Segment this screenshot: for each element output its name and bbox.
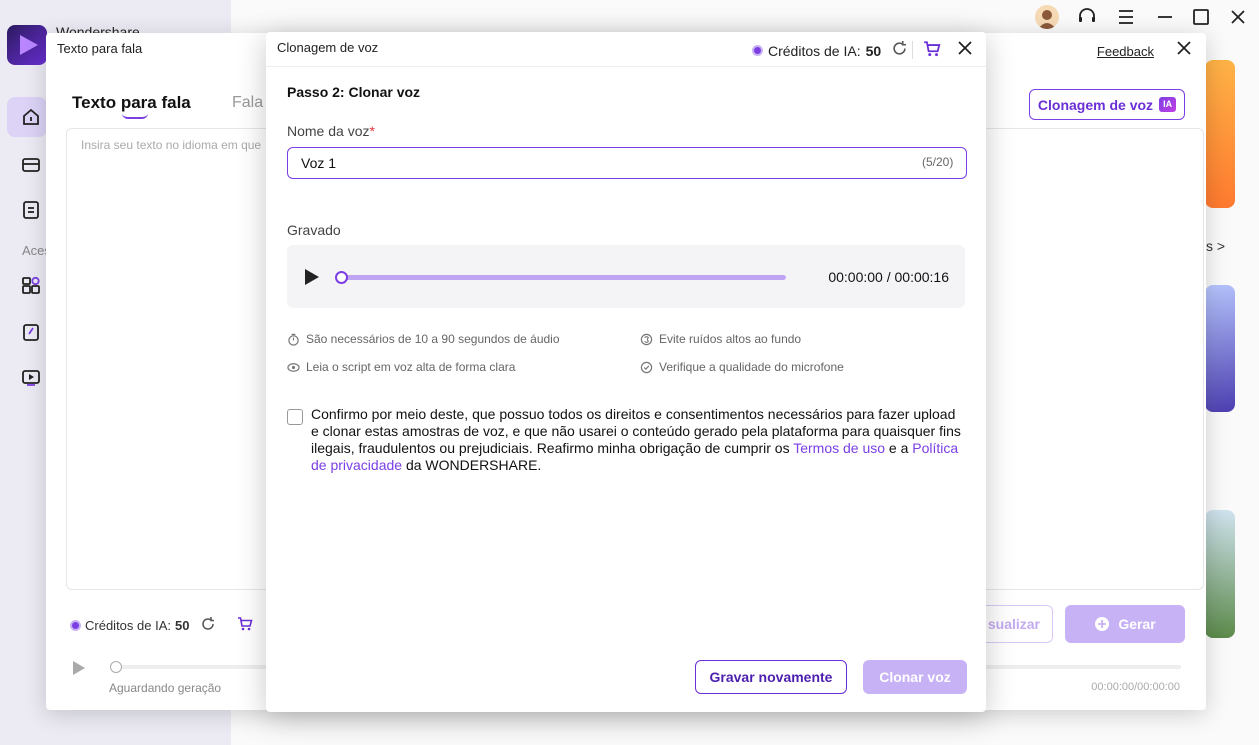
recorded-label: Gravado	[287, 222, 341, 238]
voice-clone-modal: Clonagem de voz Créditos de IA: 50 Passo …	[266, 32, 986, 712]
template-thumbnail-2[interactable]	[1205, 510, 1235, 638]
check-circle-icon	[640, 361, 653, 373]
menu-icon[interactable]	[1114, 5, 1138, 29]
tip-duration-text: São necessários de 10 a 90 segundos de á…	[306, 332, 560, 346]
tab-label-pre: Texto	[72, 93, 121, 112]
modal-title: Clonagem de voz	[277, 40, 379, 55]
see-more-link[interactable]: s >	[1206, 238, 1225, 254]
headset-icon[interactable]	[1075, 5, 1099, 29]
tts-credits-value: 50	[175, 618, 190, 633]
template-thumbnail-1[interactable]	[1205, 285, 1235, 412]
tab-active-indicator	[122, 113, 148, 119]
tts-progress-knob[interactable]	[110, 661, 122, 673]
tip-read: Leia o script em voz alta de forma clara	[287, 360, 515, 374]
timer-icon	[288, 333, 299, 346]
tab-text-to-speech[interactable]: Texto para fala	[72, 93, 191, 113]
modal-credits-value: 50	[865, 42, 882, 59]
modal-cart-icon[interactable]	[923, 40, 941, 58]
voice-name-label: Nome da voz*	[287, 123, 375, 139]
terms-link[interactable]: Termos de uso	[793, 440, 885, 456]
ia-badge: IA	[1159, 97, 1177, 112]
document-icon[interactable]	[20, 199, 42, 221]
modal-coin-icon	[752, 45, 763, 56]
audio-time: 00:00:00 / 00:00:16	[828, 269, 949, 285]
rerecord-button[interactable]: Gravar novamente	[695, 660, 847, 694]
generate-label: Gerar	[1118, 616, 1156, 632]
tip-read-text: Leia o script em voz alta de forma clara	[306, 360, 516, 374]
video-icon[interactable]	[20, 366, 42, 388]
consent-end: da WONDERSHARE.	[402, 457, 542, 473]
maximize-icon[interactable]	[1189, 5, 1213, 29]
tts-window-title: Texto para fala	[57, 41, 143, 56]
modal-close-icon[interactable]	[955, 39, 975, 59]
user-avatar-icon[interactable]	[1035, 5, 1059, 29]
tts-close-icon[interactable]	[1174, 39, 1194, 59]
home-icon[interactable]	[20, 106, 42, 128]
clone-voice-button[interactable]: Clonar voz	[863, 660, 967, 694]
app-close-icon[interactable]	[1226, 5, 1250, 29]
step-title: Passo 2: Clonar voz	[287, 84, 421, 100]
credits-coin-icon	[70, 620, 81, 631]
tip-mic-text: Verifique a qualidade do microfone	[659, 360, 844, 374]
tip-duration: São necessários de 10 a 90 segundos de á…	[287, 332, 560, 346]
audio-progress-track[interactable]	[341, 275, 786, 280]
tts-cart-icon[interactable]	[237, 616, 254, 635]
voice-clone-button[interactable]: Clonagem de voz IA	[1029, 89, 1185, 120]
modal-header: Clonagem de voz Créditos de IA: 50	[266, 32, 986, 67]
consent-text: Confirmo por meio deste, que possuo todo…	[311, 406, 967, 474]
audio-progress-knob[interactable]	[335, 271, 348, 284]
modal-refresh-icon[interactable]	[892, 41, 907, 60]
voice-name-input[interactable]	[287, 147, 967, 179]
char-count: (5/20)	[922, 155, 954, 169]
play-icon[interactable]	[305, 269, 319, 285]
tts-play-icon[interactable]	[72, 660, 86, 679]
tts-time-text: 00:00:00/00:00:00	[1091, 681, 1180, 693]
voice-clone-label: Clonagem de voz	[1037, 96, 1154, 113]
tab-label-mid: para	[120, 93, 157, 112]
tip-noise-text: Evite ruídos altos ao fundo	[659, 332, 802, 346]
modal-credits-label: Créditos de IA:	[768, 42, 861, 59]
generate-icon	[1095, 617, 1110, 631]
toolbox-icon[interactable]	[20, 153, 42, 175]
apps-icon[interactable]	[20, 275, 42, 297]
tts-status-text: Aguardando geração	[109, 681, 222, 695]
tts-credits: Créditos de IA: 50	[70, 616, 254, 635]
edit-doc-icon[interactable]	[20, 321, 42, 343]
required-mark: *	[369, 123, 375, 139]
minimize-icon[interactable]	[1153, 5, 1177, 29]
eye-icon	[287, 362, 300, 372]
tip-mic: Verifique a qualidade do microfone	[640, 360, 844, 374]
voice-name-label-text: Nome da voz	[287, 123, 370, 139]
header-divider	[912, 41, 913, 59]
tts-credits-label: Créditos de IA:	[85, 618, 171, 633]
promo-banner-image[interactable]	[1205, 60, 1235, 208]
consent-and: e a	[885, 440, 913, 456]
tts-text-placeholder: Insira seu texto no idioma em que	[81, 138, 262, 152]
app-logo	[7, 25, 47, 65]
tip-noise: Evite ruídos altos ao fundo	[640, 332, 801, 346]
tab-speech[interactable]: Fala	[232, 94, 263, 112]
consent-checkbox[interactable]	[287, 409, 303, 425]
audio-player: 00:00:00 / 00:00:16	[287, 245, 965, 308]
noise-icon	[640, 333, 653, 345]
tab-label-post: fala	[156, 93, 191, 112]
feedback-link[interactable]: Feedback	[1097, 44, 1154, 59]
tts-refresh-icon[interactable]	[201, 617, 215, 634]
generate-button[interactable]: Gerar	[1065, 605, 1185, 643]
modal-credits: Créditos de IA: 50	[752, 41, 907, 60]
